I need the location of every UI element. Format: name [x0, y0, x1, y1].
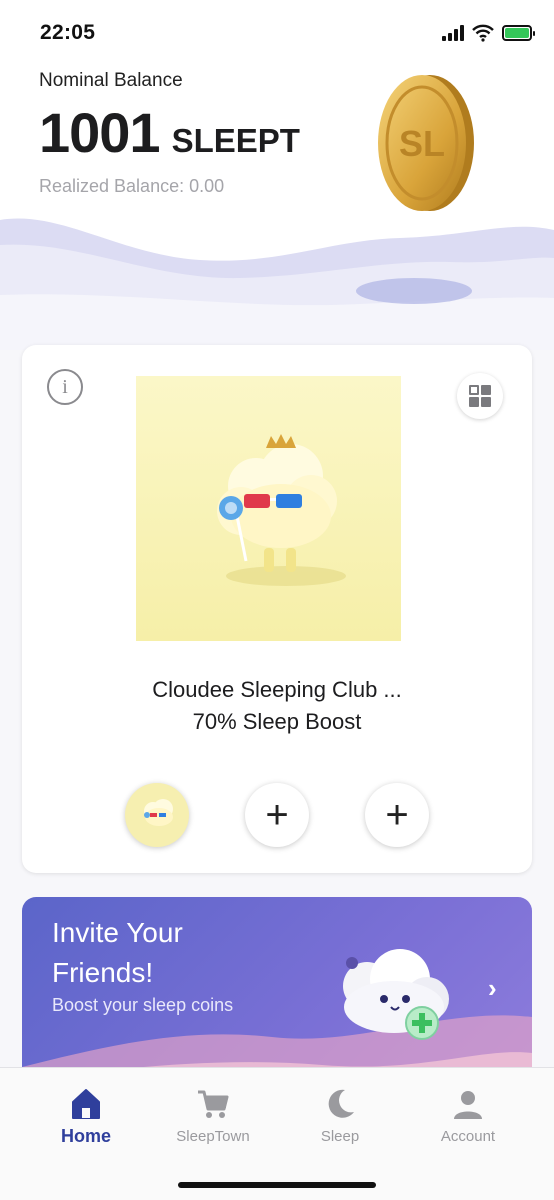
add-nft-slot-button[interactable]: +	[365, 783, 429, 847]
grid-view-icon[interactable]	[457, 373, 503, 419]
tab-account-label: Account	[440, 1128, 496, 1145]
balance-row: 1001 SLEEPT	[39, 100, 300, 165]
equipped-nft-slot[interactable]	[125, 783, 189, 847]
nft-name: Cloudee Sleeping Club ...	[152, 677, 402, 702]
nominal-balance-label: Nominal Balance	[39, 70, 183, 91]
tab-sleeptown[interactable]: SleepTown	[158, 1084, 268, 1145]
home-icon	[72, 1089, 100, 1119]
nft-image[interactable]	[136, 376, 401, 641]
nft-card: i Cloudee Sleeping Club ... 70% Sleep Bo…	[22, 345, 532, 873]
cart-icon	[198, 1090, 229, 1118]
nft-sleep-boost: 70% Sleep Boost	[192, 709, 362, 734]
status-time: 22:05	[40, 21, 96, 44]
tab-home[interactable]: Home	[31, 1084, 141, 1147]
invite-subtitle: Boost your sleep coins	[52, 995, 234, 1015]
tab-sleeptown-label: SleepTown	[176, 1128, 250, 1145]
battery-icon	[502, 25, 535, 41]
chevron-right-icon[interactable]: ›	[488, 973, 497, 1004]
cloud-mascot-icon	[343, 949, 449, 1040]
tab-sleep[interactable]: Sleep	[285, 1084, 395, 1145]
cloud-character-illustration	[217, 434, 346, 586]
moon-icon	[328, 1089, 354, 1118]
status-bar: 22:05	[0, 0, 554, 66]
sleept-coin-icon: SL	[378, 75, 474, 211]
wifi-icon	[472, 24, 494, 42]
user-icon	[454, 1091, 482, 1119]
info-icon[interactable]: i	[47, 369, 83, 405]
signal-icon	[442, 25, 464, 41]
status-icons	[442, 24, 535, 42]
tab-home-label: Home	[60, 1126, 111, 1146]
invite-title: Invite Your Friends!	[52, 917, 183, 988]
balance-value: 1001	[39, 101, 161, 164]
bottom-tab-bar: Home SleepTown Sleep Account	[0, 1067, 554, 1200]
coin-shadow	[356, 278, 472, 304]
home-indicator	[178, 1182, 376, 1188]
header-waves	[0, 218, 554, 350]
balance-unit: SLEEPT	[171, 122, 300, 159]
realized-balance: Realized Balance: 0.00	[39, 176, 225, 196]
svg-text:SL: SL	[399, 123, 445, 164]
cloud-character-thumbnail	[144, 799, 173, 826]
add-nft-slot-button[interactable]: +	[245, 783, 309, 847]
tab-account[interactable]: Account	[413, 1084, 523, 1145]
tab-sleep-label: Sleep	[320, 1128, 360, 1145]
